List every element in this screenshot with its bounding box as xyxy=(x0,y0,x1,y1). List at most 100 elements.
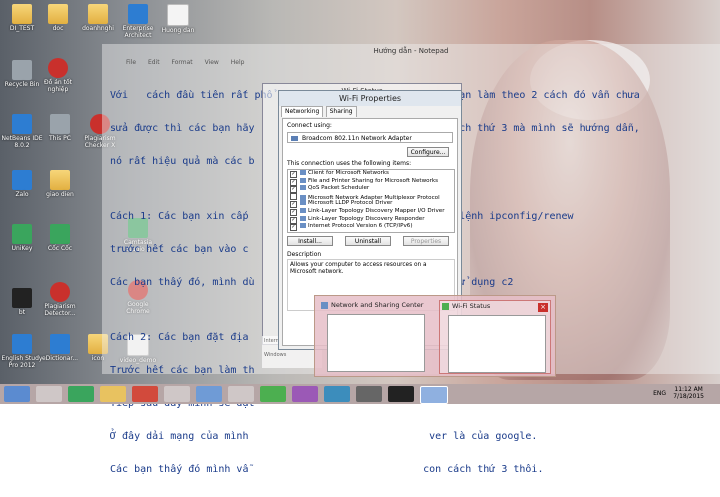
thumbnail-title: Network and Sharing Center xyxy=(331,301,424,309)
wifi-properties-title: Wi-Fi Properties xyxy=(279,91,461,106)
desktop-icon[interactable]: Enterprise Architect xyxy=(116,4,160,39)
thumbnail-title: Wi-Fi Status xyxy=(452,302,491,310)
chrome-icon[interactable] xyxy=(132,386,158,402)
items-label: This connection uses the following items… xyxy=(287,160,412,167)
list-item[interactable]: ✓ Client for Microsoft Networks xyxy=(288,170,454,178)
desktop-icon[interactable]: doc xyxy=(36,4,80,32)
checkbox[interactable]: ✓ xyxy=(290,171,297,178)
cmd-icon[interactable] xyxy=(388,386,414,402)
notepad-menu: File Edit Format View Help xyxy=(102,58,720,68)
menu-file[interactable]: File xyxy=(126,59,136,66)
app-icon xyxy=(12,288,32,308)
description-text: Allows your computer to access resources… xyxy=(290,262,427,275)
desktop-icon[interactable]: Cốc Cốc xyxy=(38,224,82,252)
list-item[interactable]: Microsoft Network Adapter Multiplexor Pr… xyxy=(288,192,454,201)
app-icon[interactable] xyxy=(196,386,222,402)
wifi-signal-icon xyxy=(442,303,449,310)
tab-strip: Networking Sharing xyxy=(279,106,461,117)
clock[interactable]: 11:12 AM 7/18/2015 xyxy=(673,386,704,400)
start-icon[interactable] xyxy=(4,386,30,402)
app-icon[interactable] xyxy=(356,386,382,402)
text-line: Các bạn thấy đó mình vẫ con cách thứ 3 t… xyxy=(110,464,544,475)
ie-icon[interactable] xyxy=(36,386,62,402)
network-protocol-icon xyxy=(300,200,306,206)
connect-using-label: Connect using: xyxy=(287,122,332,129)
list-item[interactable]: ✓ Internet Protocol Version 6 (TCP/IPv6) xyxy=(288,223,454,232)
network-taskbar-icon[interactable] xyxy=(420,386,448,404)
folder-icon xyxy=(48,4,68,24)
app-icon[interactable] xyxy=(164,386,190,402)
configure-button[interactable]: Configure... xyxy=(407,147,449,157)
status-label: Windows xyxy=(264,352,287,358)
folder-icon xyxy=(50,170,70,190)
desktop-icon[interactable]: Đồ án tốt nghiệp xyxy=(36,58,80,93)
language-indicator[interactable]: ENG xyxy=(653,390,666,397)
folder-icon xyxy=(88,4,108,24)
list-item[interactable]: ✓ File and Printer Sharing for Microsoft … xyxy=(288,177,454,186)
list-item[interactable]: ✓ Link-Layer Topology Discovery Mapper I/… xyxy=(288,207,454,216)
menu-help[interactable]: Help xyxy=(231,59,245,66)
menu-view[interactable]: View xyxy=(205,59,219,66)
uninstall-button[interactable]: Uninstall xyxy=(345,236,391,246)
taskbar-thumbnail-popup: Network and Sharing Center Wi-Fi Status … xyxy=(314,295,556,377)
app-icon[interactable] xyxy=(228,386,254,402)
app-icon[interactable] xyxy=(292,386,318,402)
list-item[interactable]: ✓ Link-Layer Topology Discovery Responder xyxy=(288,215,454,224)
coccoc-icon[interactable] xyxy=(260,386,286,402)
network-service-icon xyxy=(300,177,306,183)
document-icon xyxy=(167,4,189,26)
network-protocol-icon xyxy=(300,223,306,229)
desktop-icon[interactable]: giao dien xyxy=(38,170,82,198)
network-protocol-icon xyxy=(300,215,306,221)
edictionary-icon xyxy=(50,334,70,354)
adapter-field: Broadcom 802.11n Network Adapter xyxy=(287,132,453,143)
pdf-icon xyxy=(48,58,68,78)
list-item[interactable]: ✓ Microsoft LLDP Protocol Driver xyxy=(288,200,454,209)
text-line: Ở đây dải mạng của mình ver là của googl… xyxy=(110,431,538,442)
description-label: Description xyxy=(287,251,322,258)
recycle-bin-icon xyxy=(12,60,32,80)
app-icon[interactable] xyxy=(324,386,350,402)
thumbnail-wifi-status[interactable]: Wi-Fi Status × xyxy=(439,300,551,374)
checkbox[interactable] xyxy=(290,192,297,200)
enterprise-architect-icon xyxy=(128,4,148,24)
install-button[interactable]: Install... xyxy=(287,236,333,246)
network-protocol-icon xyxy=(300,207,306,213)
adapter-name: Broadcom 802.11n Network Adapter xyxy=(302,135,412,142)
netbeans-icon xyxy=(12,114,32,134)
desktop-icon[interactable]: Huong dan xyxy=(156,4,200,34)
english-study-icon xyxy=(12,334,32,354)
coccoc-icon xyxy=(50,224,70,244)
desktop-icon[interactable]: Plagiarism Detector... xyxy=(38,282,82,317)
network-icon xyxy=(321,302,328,309)
desktop-icon[interactable]: doanhnghi xyxy=(76,4,120,32)
network-protocol-icon xyxy=(300,194,306,200)
properties-button[interactable]: Properties xyxy=(403,236,449,246)
checkbox[interactable]: ✓ xyxy=(290,208,297,216)
menu-format[interactable]: Format xyxy=(172,59,193,66)
clock-date: 7/18/2015 xyxy=(673,393,704,400)
checkbox[interactable]: ✓ xyxy=(290,224,297,232)
explorer-icon[interactable] xyxy=(100,386,126,402)
zalo-icon xyxy=(12,170,32,190)
taskbar: ENG 11:12 AM 7/18/2015 xyxy=(0,384,720,404)
thumbnail-preview xyxy=(448,315,546,373)
network-service-icon xyxy=(300,185,306,191)
tab-networking[interactable]: Networking xyxy=(281,106,324,117)
tab-sharing[interactable]: Sharing xyxy=(325,106,357,117)
folder-icon xyxy=(12,4,32,24)
menu-edit[interactable]: Edit xyxy=(148,59,160,66)
plagiarism-detector-icon xyxy=(50,282,70,302)
clock-time: 11:12 AM xyxy=(674,386,703,393)
close-icon[interactable]: × xyxy=(538,303,548,312)
network-client-icon xyxy=(300,170,306,175)
store-icon[interactable] xyxy=(68,386,94,402)
items-list[interactable]: ✓ Client for Microsoft Networks ✓ File and… xyxy=(287,169,455,233)
desktop-icon[interactable]: This PC xyxy=(38,114,82,142)
network-adapter-icon xyxy=(291,136,298,141)
thumbnail-network-sharing[interactable]: Network and Sharing Center xyxy=(319,300,429,372)
unikey-icon xyxy=(12,224,32,244)
list-item[interactable]: ✓ QoS Packet Scheduler xyxy=(288,185,454,194)
computer-icon xyxy=(50,114,70,134)
thumbnail-preview xyxy=(327,314,425,372)
